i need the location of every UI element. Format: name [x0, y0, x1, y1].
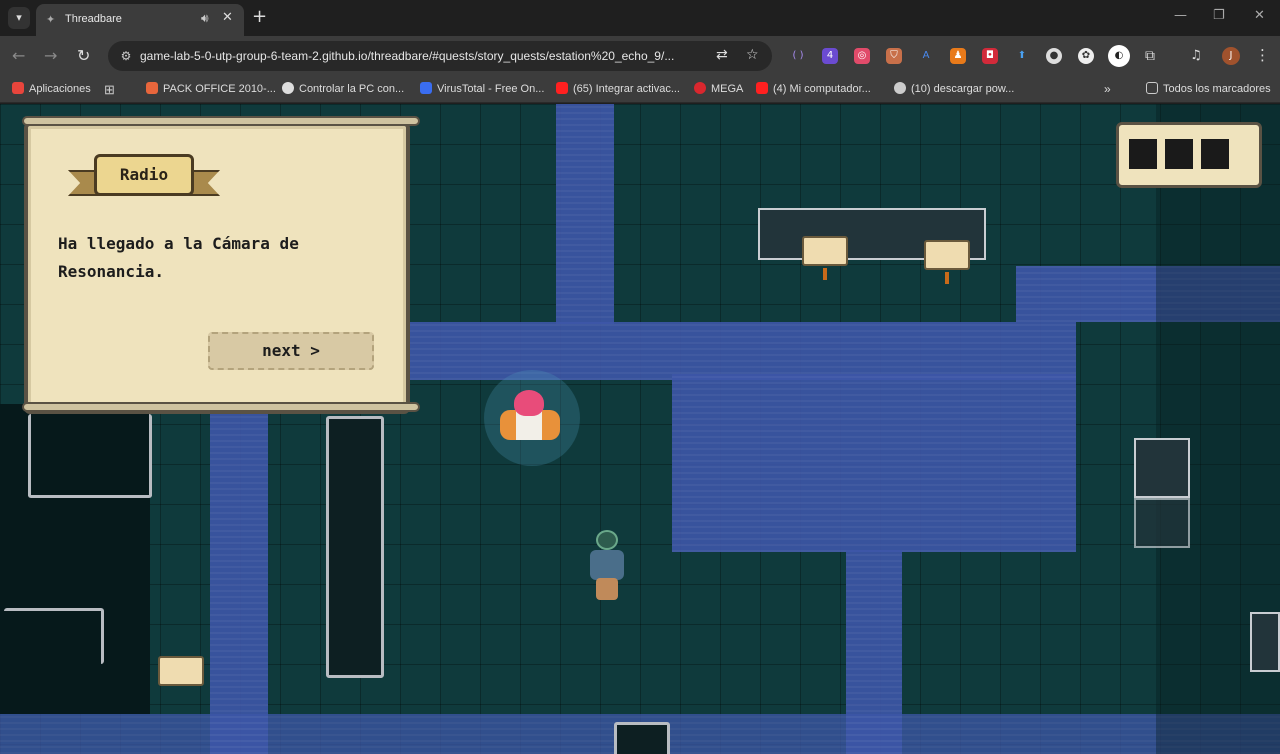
bookmark-label: Controlar la PC con...	[299, 83, 405, 95]
window-close-icon[interactable]: ✕	[1254, 8, 1265, 23]
tab-title: Threadbare	[65, 13, 122, 25]
menu-kebab-icon[interactable]: ⋮	[1255, 46, 1270, 64]
npc-hair	[514, 390, 544, 416]
profile-avatar[interactable]: J	[1222, 47, 1240, 65]
extension-orange-icon[interactable]: ♟	[950, 48, 966, 64]
console-sign-right	[924, 240, 970, 270]
tab-groups-icon[interactable]: ⊞	[104, 82, 115, 98]
extensions-puzzle-icon[interactable]: ⧉	[1142, 48, 1158, 64]
apps-grid-icon	[12, 82, 24, 94]
bookmark-youtube-computador[interactable]: (4) Mi computador...	[756, 82, 871, 95]
player-legs	[596, 578, 618, 600]
floor-sign	[158, 656, 204, 686]
door-south	[614, 722, 670, 754]
speaker-name: Radio	[94, 154, 194, 196]
bookmark-office[interactable]: PACK OFFICE 2010-...	[146, 82, 276, 95]
extension-red-icon[interactable]: ◎	[854, 48, 870, 64]
bookmark-label: (10) descargar pow...	[911, 83, 1015, 95]
bookmark-label: (4) Mi computador...	[773, 83, 871, 95]
sign-post	[945, 272, 949, 284]
all-bookmarks[interactable]: Todos los marcadores	[1146, 82, 1271, 95]
scroll-rod-bottom	[22, 402, 420, 412]
dialog-box: Radio Ha llegado a la Cámara de Resonanc…	[22, 116, 420, 414]
console-sign-left	[802, 236, 848, 266]
virustotal-icon	[420, 82, 432, 94]
speaker-ribbon: Radio	[68, 150, 220, 206]
extension-brackets-icon[interactable]: ( )	[790, 48, 806, 64]
minimize-icon[interactable]: —	[1174, 8, 1187, 23]
site-info-icon[interactable]: ⚙	[118, 48, 134, 64]
address-bar[interactable]: ⚙ game-lab-5-0-utp-group-6-team-2.github…	[108, 41, 772, 71]
inventory-slot	[1201, 139, 1229, 169]
globe-icon	[894, 82, 906, 94]
extension-square-icon[interactable]: ◘	[982, 48, 998, 64]
pipe-southwest	[4, 608, 104, 664]
speaker-icon[interactable]: 🔊︎	[201, 11, 209, 26]
media-controls-icon[interactable]: ♫	[1188, 48, 1204, 64]
bookmark-youtube-integrar[interactable]: (65) Integrar activac...	[556, 82, 680, 95]
remote-icon	[282, 82, 294, 94]
bookmark-virustotal[interactable]: VirusTotal - Free On...	[420, 82, 544, 95]
forward-icon[interactable]: →	[44, 46, 57, 65]
mega-icon	[694, 82, 706, 94]
extension-badge-icon[interactable]: 4	[822, 48, 838, 64]
extension-a-icon[interactable]: A	[918, 48, 934, 64]
extension-circle-icon[interactable]: ●	[1046, 48, 1062, 64]
walkway-plaza	[672, 374, 1076, 552]
browser-toolbar: ← → ↻ ⚙ game-lab-5-0-utp-group-6-team-2.…	[0, 36, 1280, 76]
bookmark-label: MEGA	[711, 83, 744, 95]
back-icon[interactable]: ←	[12, 46, 25, 65]
inventory-slot	[1129, 139, 1157, 169]
youtube-icon	[756, 82, 768, 94]
tab-threadbare[interactable]: ✦ Threadbare 🔊︎ ✕	[36, 4, 244, 36]
bookmark-star-icon[interactable]: ☆	[746, 47, 759, 63]
bookmark-label: VirusTotal - Free On...	[437, 83, 545, 95]
tab-strip: ▾ ✦ Threadbare 🔊︎ ✕ + — ❐ ✕	[0, 0, 1280, 36]
tab-favicon-icon: ✦	[46, 13, 56, 26]
pipe-column	[326, 416, 384, 678]
inventory-slot	[1165, 139, 1193, 169]
bookmark-descargar[interactable]: (10) descargar pow...	[894, 82, 1014, 95]
wall-terminal-base	[1134, 498, 1190, 548]
wall-terminal	[1134, 438, 1190, 498]
reload-icon[interactable]: ↻	[77, 46, 90, 65]
extension-shield-icon[interactable]: ⛉	[886, 48, 902, 64]
bookmark-remote[interactable]: Controlar la PC con...	[282, 82, 404, 95]
sign-post	[823, 268, 827, 280]
wall-terminal-east	[1250, 612, 1280, 672]
walkway-north	[556, 104, 614, 324]
translate-icon[interactable]: ⇄	[716, 47, 728, 63]
url-text[interactable]: game-lab-5-0-utp-group-6-team-2.github.i…	[140, 49, 674, 63]
office-icon	[146, 82, 158, 94]
folder-icon	[1146, 82, 1158, 94]
more-bookmarks-icon[interactable]: »	[1104, 82, 1111, 96]
bookmark-label: (65) Integrar activac...	[573, 83, 680, 95]
all-bookmarks-label: Todos los marcadores	[1163, 83, 1271, 95]
extension-chatgpt-icon[interactable]: ✿	[1078, 48, 1094, 64]
bookmarks-bar: Aplicaciones ⊞ PACK OFFICE 2010-... Cont…	[0, 76, 1280, 103]
bookmark-mega[interactable]: MEGA	[694, 82, 743, 95]
restore-icon[interactable]: ❐	[1213, 8, 1225, 23]
walkway-horizontal	[410, 322, 1076, 380]
close-tab-icon[interactable]: ✕	[222, 10, 233, 25]
bookmark-apps[interactable]: Aplicaciones	[12, 82, 91, 95]
new-tab-button[interactable]: +	[252, 6, 267, 27]
bookmark-label: PACK OFFICE 2010-...	[163, 83, 276, 95]
extension-badge-count: 4	[826, 50, 834, 61]
player-head	[596, 530, 618, 550]
walkway-west	[210, 414, 268, 754]
youtube-icon	[556, 82, 568, 94]
tab-search-button[interactable]: ▾	[8, 7, 30, 29]
inventory-hud	[1116, 122, 1262, 188]
pipe-west	[28, 414, 152, 498]
bookmark-label: Aplicaciones	[29, 83, 91, 95]
extension-profile-icon[interactable]: ◐	[1108, 45, 1130, 67]
dialog-message: Ha llegado a la Cámara de Resonancia.	[58, 234, 299, 281]
game-viewport[interactable]: Radio Ha llegado a la Cámara de Resonanc…	[0, 104, 1280, 754]
player-character	[590, 550, 624, 580]
next-button[interactable]: next >	[208, 332, 374, 370]
scroll-rod-top	[22, 116, 420, 126]
extension-blue-icon[interactable]: ⬆	[1014, 48, 1030, 64]
